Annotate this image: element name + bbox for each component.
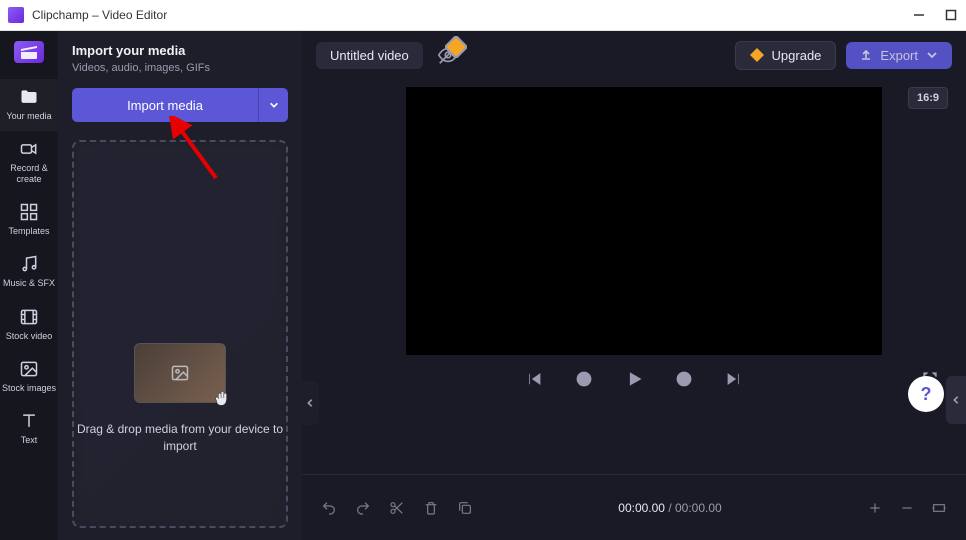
aspect-ratio-button[interactable]: 16:9: [908, 87, 948, 109]
panel-subtitle: Videos, audio, images, GIFs: [72, 62, 288, 74]
redo-button[interactable]: [352, 497, 374, 519]
skip-end-button[interactable]: [720, 365, 748, 393]
timeline: 00:00.00 / 00:00.00: [302, 474, 966, 540]
import-media-dropdown[interactable]: [258, 88, 288, 122]
rewind-button[interactable]: 5: [570, 365, 598, 393]
copy-icon: [457, 500, 473, 516]
nav-label: Your media: [6, 111, 51, 121]
forward-button[interactable]: 5: [670, 365, 698, 393]
window-minimize-button[interactable]: [912, 8, 926, 22]
scissors-icon: [389, 500, 405, 516]
export-label: Export: [880, 48, 918, 63]
nav-stock-images[interactable]: Stock images: [0, 351, 58, 403]
redo-icon: [355, 500, 371, 516]
svg-text:5: 5: [683, 377, 686, 383]
zoom-fit-button[interactable]: [928, 497, 950, 519]
time-sep: /: [665, 501, 675, 515]
nav-text[interactable]: Text: [0, 403, 58, 455]
preview-area: 16:9 5 5: [302, 79, 966, 474]
left-sidebar: Your media Record & create Templates Mus…: [0, 31, 58, 540]
undo-button[interactable]: [318, 497, 340, 519]
image-icon: [19, 359, 39, 379]
playback-controls: 5 5: [302, 365, 966, 393]
cut-button[interactable]: [386, 497, 408, 519]
nav-music-sfx[interactable]: Music & SFX: [0, 246, 58, 298]
diamond-icon: [445, 36, 467, 58]
music-icon: [19, 254, 39, 274]
forward-icon: 5: [675, 370, 693, 388]
dropzone-text: Drag & drop media from your device to im…: [74, 421, 286, 455]
dropzone-thumb: [134, 343, 226, 403]
app-icon: [8, 7, 24, 23]
right-panel-toggle[interactable]: [946, 376, 966, 424]
skip-back-icon: [525, 370, 543, 388]
nav-record-create[interactable]: Record & create: [0, 131, 58, 194]
chevron-down-icon: [269, 100, 279, 110]
total-time: 00:00.00: [675, 501, 722, 515]
image-icon: [170, 363, 190, 383]
zoom-in-button[interactable]: [864, 497, 886, 519]
chevron-left-icon: [951, 395, 961, 405]
grid-icon: [19, 202, 39, 222]
minus-icon: [899, 500, 915, 516]
nav-label: Text: [21, 435, 38, 445]
fit-icon: [931, 500, 947, 516]
undo-icon: [321, 500, 337, 516]
skip-start-button[interactable]: [520, 365, 548, 393]
timeline-timecode: 00:00.00 / 00:00.00: [488, 501, 852, 515]
nav-label: Music & SFX: [3, 278, 55, 288]
nav-label: Stock images: [2, 383, 56, 393]
export-button[interactable]: Export: [846, 42, 952, 69]
upload-icon: [860, 49, 872, 61]
main-area: Untitled video Upgrade Export 16:9 5: [302, 31, 966, 540]
svg-text:5: 5: [583, 377, 586, 383]
rewind-icon: 5: [575, 370, 593, 388]
delete-button[interactable]: [420, 497, 442, 519]
dropzone-bg: [78, 146, 282, 522]
panel-title: Import your media: [72, 43, 288, 58]
help-label: ?: [921, 384, 932, 405]
nav-your-media[interactable]: Your media: [0, 79, 58, 131]
topbar: Untitled video Upgrade Export: [302, 31, 966, 79]
nav-label: Templates: [8, 226, 49, 236]
skip-forward-icon: [725, 370, 743, 388]
hand-grab-icon: [211, 388, 233, 410]
trash-icon: [423, 500, 439, 516]
play-button[interactable]: [620, 365, 648, 393]
window-maximize-button[interactable]: [944, 8, 958, 22]
play-icon: [625, 370, 643, 388]
chevron-down-icon: [926, 49, 938, 61]
media-panel: Import your media Videos, audio, images,…: [58, 31, 302, 540]
import-media-button[interactable]: Import media: [72, 88, 258, 122]
nav-label: Record & create: [0, 163, 58, 184]
nav-label: Stock video: [6, 331, 53, 341]
preview-canvas[interactable]: [406, 87, 882, 355]
video-name-input[interactable]: Untitled video: [316, 42, 423, 69]
text-icon: [19, 411, 39, 431]
folder-icon: [19, 87, 39, 107]
film-icon: [19, 307, 39, 327]
window-titlebar: Clipchamp – Video Editor: [0, 0, 966, 31]
camera-icon: [19, 139, 39, 159]
nav-templates[interactable]: Templates: [0, 194, 58, 246]
media-dropzone[interactable]: Drag & drop media from your device to im…: [72, 140, 288, 528]
window-title: Clipchamp – Video Editor: [32, 8, 912, 22]
upgrade-label: Upgrade: [772, 48, 822, 63]
plus-icon: [867, 500, 883, 516]
nav-stock-video[interactable]: Stock video: [0, 299, 58, 351]
zoom-out-button[interactable]: [896, 497, 918, 519]
split-button[interactable]: [454, 497, 476, 519]
current-time: 00:00.00: [618, 501, 665, 515]
diamond-icon: [750, 48, 764, 62]
help-button[interactable]: ?: [908, 376, 944, 412]
preview-visibility-button[interactable]: [433, 40, 463, 70]
brand-logo[interactable]: [14, 41, 44, 63]
upgrade-button[interactable]: Upgrade: [735, 41, 837, 70]
